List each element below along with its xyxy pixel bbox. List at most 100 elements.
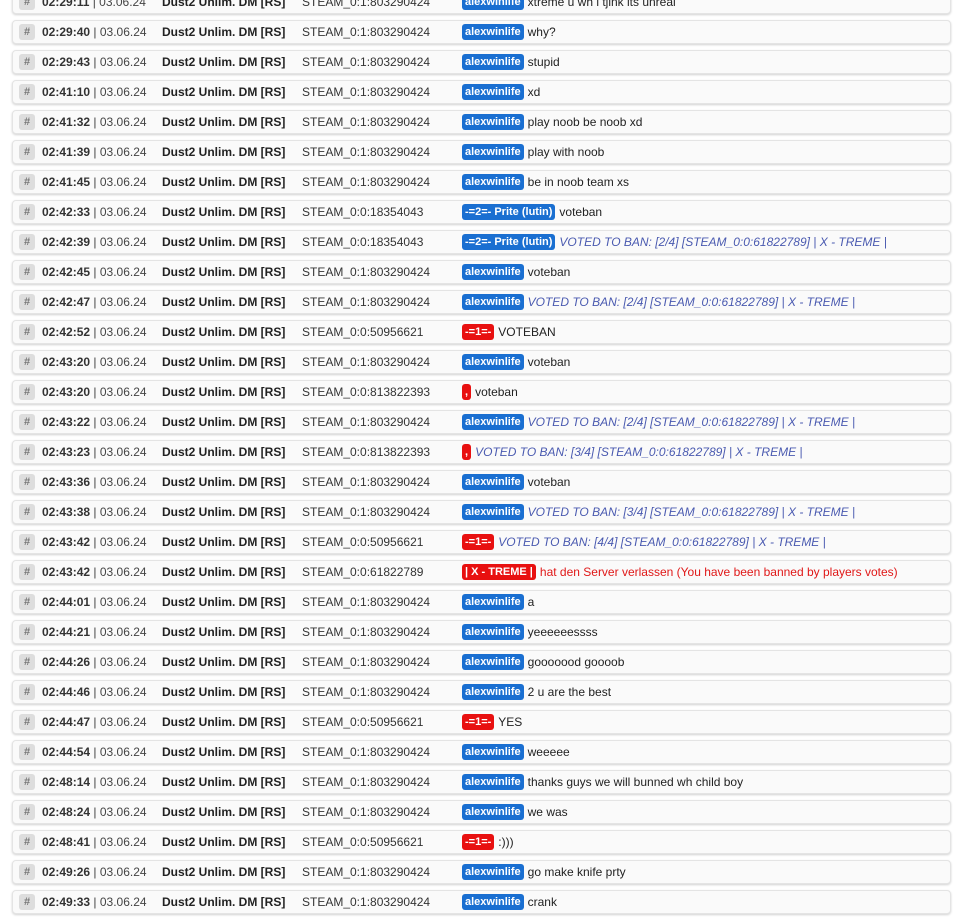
hash-icon[interactable]: # [19, 594, 35, 610]
message-cell: -=2=- Prite (lutin) voteban [462, 204, 602, 220]
date: 03.06.24 [99, 355, 147, 369]
hash-icon[interactable]: # [19, 444, 35, 460]
player-badge[interactable]: alexwinlife [462, 474, 524, 490]
player-badge[interactable]: alexwinlife [462, 84, 524, 100]
message-cell: -=2=- Prite (lutin) VOTED TO BAN: [2/4] [… [462, 234, 887, 250]
player-badge[interactable]: alexwinlife [462, 114, 524, 130]
hash-icon[interactable]: # [19, 564, 35, 580]
player-badge[interactable]: alexwinlife [462, 174, 524, 190]
player-badge[interactable]: , [462, 444, 472, 460]
steam-id: STEAM_0:1:803290424 [302, 595, 431, 609]
player-badge[interactable]: alexwinlife [462, 684, 524, 700]
hash-icon[interactable]: # [19, 534, 35, 550]
hash-icon[interactable]: # [19, 684, 35, 700]
player-badge[interactable]: | X - TREME | [462, 564, 536, 580]
server-name: Dust2 Unlim. DM [RS] [162, 475, 286, 489]
message-cell: alexwinlife VOTED TO BAN: [3/4] [STEAM_0:… [462, 504, 855, 520]
date: 03.06.24 [99, 205, 147, 219]
message-text: crank [527, 895, 557, 909]
hash-icon[interactable]: # [19, 354, 35, 370]
player-badge[interactable]: alexwinlife [462, 504, 524, 520]
log-row: #02:43:42 | 03.06.24 Dust2 Unlim. DM [RS]… [12, 560, 951, 584]
player-badge[interactable]: alexwinlife [462, 144, 524, 160]
message-cell: alexwinlife 2 u are the best [462, 684, 611, 700]
player-badge[interactable]: alexwinlife [462, 294, 524, 310]
player-badge[interactable]: alexwinlife [462, 624, 524, 640]
player-badge[interactable]: -=2=- Prite (lutin) [462, 234, 556, 250]
hash-icon[interactable]: # [19, 654, 35, 670]
time: 02:42:47 [42, 295, 91, 309]
time: 02:43:20 [42, 385, 91, 399]
message-text: voteban [475, 385, 518, 399]
hash-icon[interactable]: # [19, 504, 35, 520]
hash-icon[interactable]: # [19, 474, 35, 490]
server-name: Dust2 Unlim. DM [RS] [162, 655, 286, 669]
hash-icon[interactable]: # [19, 54, 35, 70]
server-name: Dust2 Unlim. DM [RS] [162, 25, 286, 39]
hash-icon[interactable]: # [19, 264, 35, 280]
hash-icon[interactable]: # [19, 294, 35, 310]
hash-icon[interactable]: # [19, 714, 35, 730]
message-cell: | X - TREME | hat den Server verlassen (Y… [462, 564, 898, 580]
time: 02:41:39 [42, 145, 91, 159]
server-name: Dust2 Unlim. DM [RS] [162, 325, 286, 339]
player-badge[interactable]: alexwinlife [462, 264, 524, 280]
log-row: #02:41:39 | 03.06.24 Dust2 Unlim. DM [RS]… [12, 140, 951, 164]
date: 03.06.24 [99, 175, 147, 189]
server-name: Dust2 Unlim. DM [RS] [162, 115, 286, 129]
hash-icon[interactable]: # [19, 894, 35, 910]
player-badge[interactable]: -=2=- Prite (lutin) [462, 204, 556, 220]
player-badge[interactable]: alexwinlife [462, 594, 524, 610]
player-badge[interactable]: alexwinlife [462, 804, 524, 820]
hash-icon[interactable]: # [19, 414, 35, 430]
hash-icon[interactable]: # [19, 804, 35, 820]
player-badge[interactable]: -=1=- [462, 324, 495, 340]
message-cell: -=1=- YES [462, 714, 522, 730]
hash-icon[interactable]: # [19, 864, 35, 880]
time: 02:43:42 [42, 535, 91, 549]
hash-icon[interactable]: # [19, 744, 35, 760]
player-badge[interactable]: alexwinlife [462, 0, 524, 10]
time: 02:43:22 [42, 415, 91, 429]
player-badge[interactable]: alexwinlife [462, 774, 524, 790]
hash-icon[interactable]: # [19, 24, 35, 40]
message-text: play with noob [527, 145, 605, 159]
player-badge[interactable]: alexwinlife [462, 24, 524, 40]
hash-icon[interactable]: # [19, 384, 35, 400]
hash-icon[interactable]: # [19, 0, 35, 10]
server-name: Dust2 Unlim. DM [RS] [162, 55, 286, 69]
hash-icon[interactable]: # [19, 84, 35, 100]
hash-icon[interactable]: # [19, 234, 35, 250]
steam-id: STEAM_0:1:803290424 [302, 85, 431, 99]
log-row: #02:42:33 | 03.06.24 Dust2 Unlim. DM [RS]… [12, 200, 951, 224]
player-badge[interactable]: -=1=- [462, 534, 495, 550]
log-row: #02:43:42 | 03.06.24 Dust2 Unlim. DM [RS]… [12, 530, 951, 554]
log-row: #02:44:26 | 03.06.24 Dust2 Unlim. DM [RS]… [12, 650, 951, 674]
hash-icon[interactable]: # [19, 834, 35, 850]
hash-icon[interactable]: # [19, 174, 35, 190]
steam-id: STEAM_0:0:50956621 [302, 535, 424, 549]
date: 03.06.24 [99, 385, 147, 399]
hash-icon[interactable]: # [19, 114, 35, 130]
time: 02:44:54 [42, 745, 91, 759]
hash-icon[interactable]: # [19, 204, 35, 220]
player-badge[interactable]: alexwinlife [462, 894, 524, 910]
steam-id: STEAM_0:1:803290424 [302, 625, 431, 639]
player-badge[interactable]: alexwinlife [462, 744, 524, 760]
time: 02:42:45 [42, 265, 91, 279]
player-badge[interactable]: alexwinlife [462, 54, 524, 70]
timestamp: 02:43:20 | 03.06.24 [42, 385, 147, 399]
hash-icon[interactable]: # [19, 324, 35, 340]
player-badge[interactable]: alexwinlife [462, 654, 524, 670]
player-badge[interactable]: -=1=- [462, 714, 495, 730]
player-badge[interactable]: alexwinlife [462, 354, 524, 370]
player-badge[interactable]: alexwinlife [462, 864, 524, 880]
hash-icon[interactable]: # [19, 624, 35, 640]
hash-icon[interactable]: # [19, 144, 35, 160]
player-badge[interactable]: -=1=- [462, 834, 495, 850]
message-text: thanks guys we will bunned wh child boy [527, 775, 744, 789]
player-badge[interactable]: alexwinlife [462, 414, 524, 430]
player-badge[interactable]: , [462, 384, 472, 400]
time: 02:49:33 [42, 895, 91, 909]
hash-icon[interactable]: # [19, 774, 35, 790]
